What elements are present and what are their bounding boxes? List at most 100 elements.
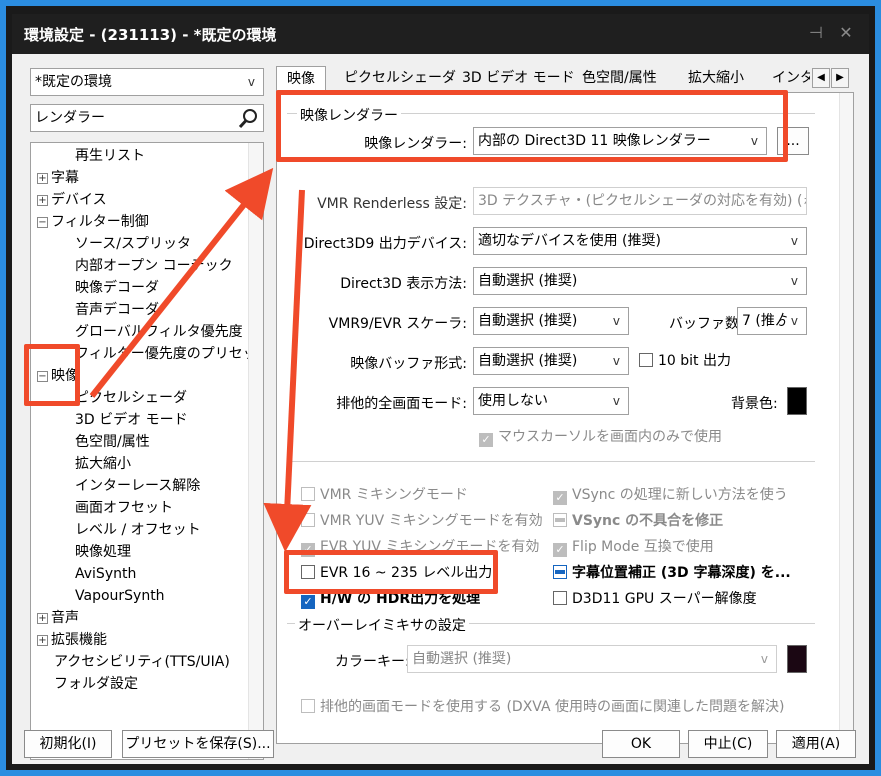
tree-item[interactable]: − フィルター制御 [37, 211, 149, 233]
tree-item[interactable]: − 映像 [37, 365, 79, 387]
tree-item[interactable]: 3D ビデオ モード [75, 409, 188, 431]
collapse-icon[interactable]: − [37, 371, 48, 382]
search-input[interactable]: レンダラー [30, 104, 264, 132]
colorkey-dropdown[interactable]: 自動選択 (推奨) v [407, 645, 777, 673]
tree-item-label: 3D ビデオ モード [75, 412, 188, 428]
expand-icon[interactable]: + [37, 173, 48, 184]
checks_left-checkbox[interactable]: VMR YUV ミキシングモードを有効 [301, 511, 543, 531]
checks_left-label: VMR ミキシングモード [320, 487, 468, 503]
tab-scaling[interactable]: 拡大縮小 [688, 66, 744, 92]
d3d-display-dropdown[interactable]: 自動選択 (推奨) v [473, 267, 807, 295]
checks_right-checkbox[interactable]: D3D11 GPU スーパー解像度 [553, 589, 757, 609]
tree-item[interactable]: 映像デコーダ [75, 277, 159, 299]
expand-icon[interactable]: + [37, 613, 48, 624]
tree-item[interactable]: 拡大縮小 [75, 453, 131, 475]
colorkey-label: カラーキー: [335, 654, 410, 670]
d3d9-device-dropdown[interactable]: 適切なデバイスを使用 (推奨) v [473, 227, 807, 255]
tree-item[interactable]: ピクセルシェーダ [75, 387, 187, 409]
tab-video[interactable]: 映像 [276, 66, 326, 93]
ten-bit-output-label: 10 bit 出力 [658, 353, 731, 369]
panel-scrollbar[interactable] [839, 93, 853, 743]
tree-item[interactable]: インターレース解除 [75, 475, 200, 497]
cancel-button[interactable]: 中止(C) [688, 730, 768, 758]
mouse-cursor-checkbox[interactable]: ✓ マウスカーソルを画面内のみで使用 [479, 427, 722, 447]
checks_right-label: VSync の不具合を修正 [572, 513, 724, 529]
checks_left-checkbox[interactable]: ✓ H/W の HDR出力を処理 [301, 589, 480, 609]
tree-item[interactable]: 色空間/属性 [75, 431, 150, 453]
tree-item-label: フィルター制御 [51, 214, 149, 230]
scaler-label: VMR9/EVR スケーラ: [328, 316, 467, 332]
chevron-down-icon: v [750, 134, 758, 148]
tree-item[interactable]: 音声デコーダ [75, 299, 159, 321]
pin-icon[interactable]: ⊣ [805, 22, 827, 44]
tree-item[interactable]: 再生リスト [75, 145, 145, 167]
checks_right-checkbox[interactable]: VSync の不具合を修正 [553, 511, 723, 531]
chevron-down-icon: v [790, 314, 798, 328]
scaler-value: 自動選択 (推奨) [478, 313, 578, 329]
chevron-down-icon: v [247, 75, 255, 89]
tree-item[interactable]: フォルダ設定 [37, 673, 138, 695]
tree-item[interactable]: レベル / オフセット [75, 519, 201, 541]
exclusive-mode-dropdown[interactable]: 使用しない v [473, 387, 629, 415]
buffer-format-dropdown[interactable]: 自動選択 (推奨) v [473, 347, 629, 375]
tab-scroll-right-icon[interactable]: ▶ [831, 68, 849, 88]
checks_right-label: Flip Mode 互換で使用 [572, 539, 714, 555]
reset-button[interactable]: 初期化(I) [24, 730, 112, 758]
tree-item[interactable]: アクセシビリティ(TTS/UIA) [37, 651, 230, 673]
preset-dropdown[interactable]: *既定の環境 v [30, 68, 264, 96]
buffers-label: バッファ数: [669, 316, 744, 332]
tree-item-label: 字幕 [51, 170, 79, 186]
buffers-dropdown[interactable]: 7 (推ゟ v [737, 307, 807, 335]
overlay-exclusive-checkbox[interactable]: 排他的画面モードを使用する (DXVA 使用時の画面に関連した問題を解決) [301, 697, 784, 717]
checkbox-box [301, 513, 315, 527]
tab-interlace[interactable]: インタ [772, 66, 810, 92]
renderer-dropdown[interactable]: 内部の Direct3D 11 映像レンダラー v [473, 127, 767, 155]
expand-icon[interactable]: + [37, 195, 48, 206]
tree-item-label: 映像デコーダ [75, 280, 159, 296]
save-preset-button[interactable]: プリセットを保存(S)... [122, 730, 274, 758]
tree-item[interactable]: フィルター優先度のプリセット [75, 343, 263, 365]
tree-item[interactable]: 内部オープン コーデック [75, 255, 233, 277]
checks_right-checkbox[interactable]: ✓ Flip Mode 互換で使用 [553, 537, 714, 557]
ten-bit-output-checkbox[interactable]: 10 bit 出力 [639, 351, 731, 371]
tree-item-label: VapourSynth [75, 588, 165, 604]
exclusive-mode-value: 使用しない [478, 393, 548, 409]
tree-item[interactable]: ソース/スプリッタ [75, 233, 191, 255]
tree-item[interactable]: AviSynth [75, 563, 136, 585]
vmr-renderless-dropdown[interactable]: 3D テクスチャ・(ピクセルシェーダの対応を有効) (ゎ [473, 187, 807, 215]
checkbox-box: ✓ [553, 543, 567, 557]
tree-scrollbar[interactable] [248, 143, 263, 759]
tree-item[interactable]: 映像処理 [75, 541, 131, 563]
apply-button[interactable]: 適用(A) [776, 730, 856, 758]
checks_left-checkbox[interactable]: ✓ EVR YUV ミキシングモードを有効 [301, 537, 539, 557]
tree-item[interactable]: 画面オフセット [75, 497, 173, 519]
tree-item-label: 拡大縮小 [75, 456, 131, 472]
tab-pixel-shader[interactable]: ピクセルシェーダ [344, 66, 456, 92]
tree-item[interactable]: VapourSynth [75, 585, 165, 607]
bg-color-swatch[interactable] [787, 387, 807, 415]
collapse-icon[interactable]: − [37, 217, 48, 228]
tab-color-space[interactable]: 色空間/属性 [582, 66, 657, 92]
tree-item[interactable]: + 拡張機能 [37, 629, 107, 651]
checks_left-checkbox[interactable]: EVR 16 ~ 235 レベル出力 [301, 563, 492, 583]
expand-icon[interactable]: + [37, 635, 48, 646]
scaler-dropdown[interactable]: 自動選択 (推奨) v [473, 307, 629, 335]
checks_right-checkbox[interactable]: ✓ VSync の処理に新しい方法を使う [553, 485, 788, 505]
tree-item[interactable]: + デバイス [37, 189, 107, 211]
exclusive-mode-label: 排他的全画面モード: [336, 396, 467, 412]
tab-3d-video-mode[interactable]: 3D ビデオ モード [462, 66, 575, 92]
settings-tree[interactable]: 再生リスト + 字幕 + デバイス − フィルター制御 ソース/スプリッタ 内部オープン コーデ… [30, 142, 264, 760]
checkbox-box [301, 565, 315, 579]
renderer-settings-button[interactable]: ... [777, 127, 809, 155]
tree-item[interactable]: グローバルフィルタ優先度 [75, 321, 243, 343]
d3d9-device-label: Direct3D9 出力デバイス: [303, 236, 467, 252]
search-icon[interactable] [237, 108, 259, 130]
tree-item[interactable]: + 音声 [37, 607, 79, 629]
tree-item[interactable]: + 字幕 [37, 167, 79, 189]
checks_right-checkbox[interactable]: 字幕位置補正 (3D 字幕深度) を... [553, 563, 791, 583]
tab-scroll-left-icon[interactable]: ◀ [812, 68, 830, 88]
close-icon[interactable]: ✕ [835, 22, 857, 44]
checks_left-checkbox[interactable]: VMR ミキシングモード [301, 485, 468, 505]
colorkey-swatch[interactable] [787, 645, 807, 673]
ok-button[interactable]: OK [602, 730, 680, 758]
